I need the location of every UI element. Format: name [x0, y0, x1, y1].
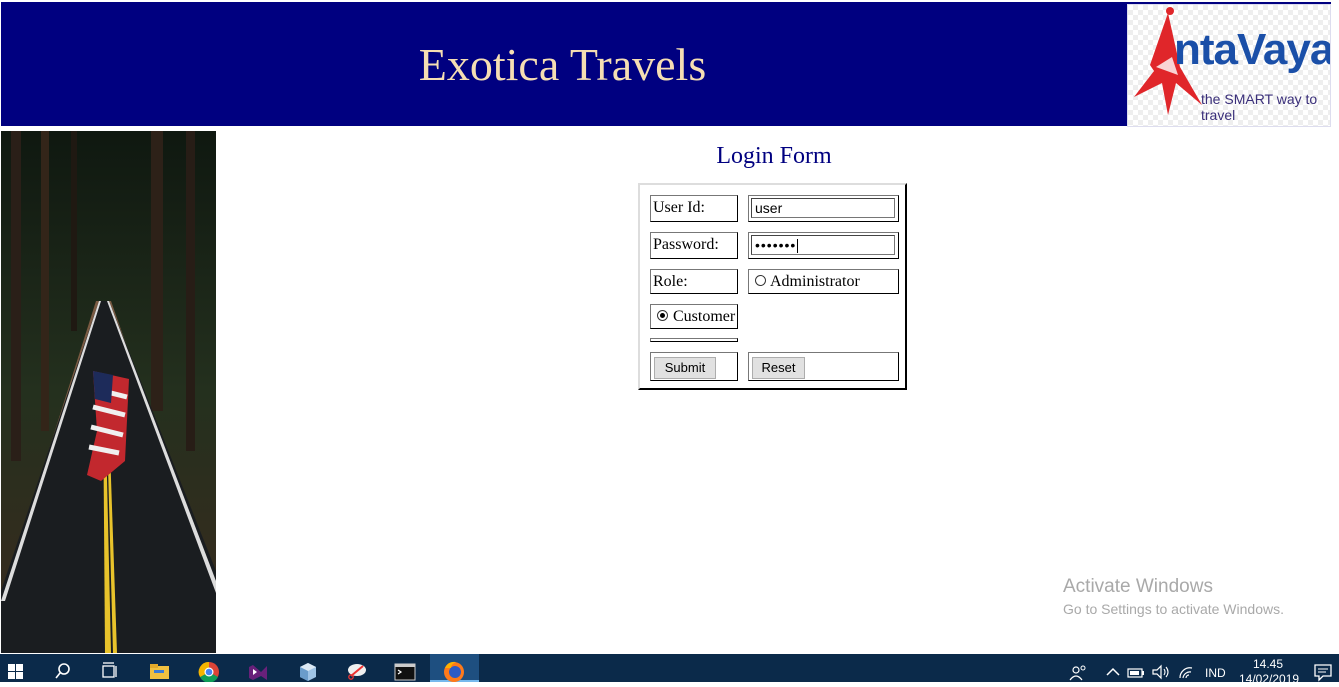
user-id-label-cell: User Id: — [650, 195, 738, 222]
antavaya-logo: ntaVaya the SMART way to travel — [1127, 4, 1331, 127]
reset-cell: Reset — [748, 352, 899, 381]
activate-windows-watermark: Activate Windows Go to Settings to activ… — [1063, 576, 1284, 617]
file-explorer-icon[interactable] — [147, 658, 171, 682]
user-id-label: User Id: — [653, 199, 705, 216]
show-hidden-icons-chevron-icon[interactable] — [1101, 658, 1125, 682]
password-input[interactable]: ••••••• — [751, 235, 895, 255]
login-form-title: Login Form — [716, 143, 832, 169]
action-center-icon[interactable] — [1311, 658, 1335, 682]
activate-windows-subtitle: Go to Settings to activate Windows. — [1063, 601, 1284, 617]
customer-radio[interactable] — [657, 310, 668, 321]
customer-option-cell: Customer — [650, 304, 738, 329]
clock[interactable]: 14.45 14/02/2019 — [1239, 657, 1300, 687]
administrator-option-cell: Administrator — [748, 269, 899, 294]
start-icon[interactable] — [4, 658, 28, 682]
volume-icon[interactable] — [1149, 658, 1173, 682]
empty-cell — [650, 338, 738, 342]
text-caret — [797, 239, 799, 254]
submit-cell: Submit — [650, 352, 738, 381]
user-id-field-cell: user — [748, 195, 899, 222]
firefox-icon[interactable] — [442, 658, 466, 682]
password-field-cell: ••••••• — [748, 232, 899, 259]
site-title: Exotica Travels — [418, 39, 707, 90]
customer-label[interactable]: Customer — [673, 308, 735, 326]
user-id-input[interactable]: user — [751, 198, 895, 218]
language-indicator[interactable]: IND — [1205, 666, 1226, 680]
password-label-cell: Password: — [650, 232, 738, 259]
password-masked-value: ••••••• — [755, 237, 797, 253]
administrator-radio[interactable] — [755, 275, 766, 286]
command-prompt-icon[interactable] — [393, 658, 417, 682]
administrator-label[interactable]: Administrator — [770, 273, 860, 291]
site-header: Exotica Travels ntaVaya the SMART way to… — [0, 0, 1339, 128]
submit-button[interactable]: Submit — [654, 357, 716, 379]
chrome-icon[interactable] — [197, 658, 221, 682]
role-label-cell: Role: — [650, 269, 738, 294]
activate-windows-title: Activate Windows — [1063, 576, 1213, 597]
windows-taskbar: IND 14.45 14/02/2019 — [0, 654, 1339, 686]
road-flag-photo — [1, 131, 216, 653]
search-icon[interactable] — [51, 658, 75, 682]
battery-icon[interactable] — [1124, 658, 1148, 682]
virtualbox-icon[interactable] — [296, 658, 320, 682]
login-form: User Id: user Password: ••••••• Role: Ad… — [638, 183, 907, 390]
logo-tagline: the SMART way to travel — [1201, 91, 1318, 123]
clock-time: 14.45 — [1252, 657, 1284, 671]
clock-date: 14/02/2019 — [1239, 672, 1300, 686]
task-view-icon[interactable] — [98, 658, 122, 682]
people-icon[interactable] — [1066, 658, 1090, 682]
wifi-icon[interactable] — [1174, 658, 1198, 682]
visual-studio-icon[interactable] — [246, 658, 270, 682]
reset-button[interactable]: Reset — [752, 357, 805, 379]
password-label: Password: — [653, 236, 719, 253]
snipping-tool-icon[interactable] — [345, 658, 369, 682]
role-label: Role: — [653, 273, 688, 290]
logo-brand-text: ntaVaya — [1174, 25, 1331, 74]
